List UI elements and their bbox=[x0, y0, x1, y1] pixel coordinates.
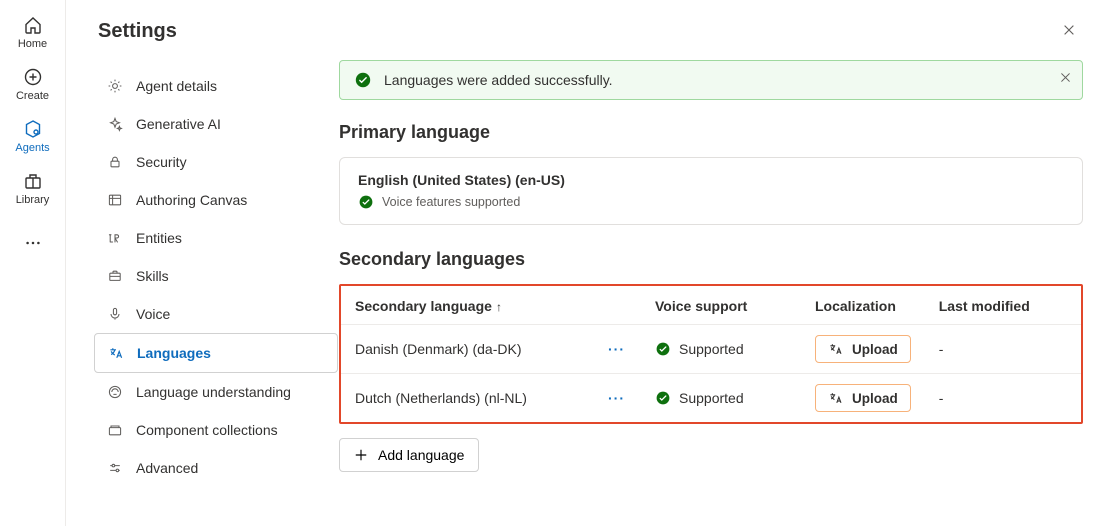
settings-item-skills[interactable]: Skills bbox=[94, 257, 338, 295]
understanding-icon bbox=[106, 383, 124, 401]
nav-rail: Home Create Agents Library bbox=[0, 0, 66, 526]
rail-label: Home bbox=[18, 38, 47, 50]
settings-item-security[interactable]: Security bbox=[94, 143, 338, 181]
library-icon bbox=[22, 170, 44, 192]
upload-button-label: Upload bbox=[852, 342, 898, 357]
primary-language-status: Voice features supported bbox=[358, 194, 1064, 210]
gear-icon bbox=[106, 77, 124, 95]
settings-item-label: Security bbox=[136, 154, 187, 170]
rail-item-agents[interactable]: Agents bbox=[1, 112, 61, 162]
settings-item-label: Entities bbox=[136, 230, 182, 246]
sparkle-icon bbox=[106, 115, 124, 133]
upload-button-label: Upload bbox=[852, 391, 898, 406]
settings-item-label: Advanced bbox=[136, 460, 198, 476]
settings-item-entities[interactable]: Entities bbox=[94, 219, 338, 257]
column-header-language[interactable]: Secondary language↑ bbox=[341, 286, 641, 325]
rail-item-create[interactable]: Create bbox=[1, 60, 61, 110]
voice-support-text: Supported bbox=[679, 341, 744, 357]
rail-item-library[interactable]: Library bbox=[1, 164, 61, 214]
settings-item-label: Agent details bbox=[136, 78, 217, 94]
lock-icon bbox=[106, 153, 124, 171]
settings-item-label: Languages bbox=[137, 345, 211, 361]
add-language-button[interactable]: Add language bbox=[339, 438, 479, 472]
settings-item-label: Skills bbox=[136, 268, 169, 284]
plus-circle-icon bbox=[22, 66, 44, 88]
main-content: Languages were added successfully. Prima… bbox=[339, 0, 1111, 526]
language-name: Dutch (Netherlands) (nl-NL) bbox=[355, 390, 527, 406]
column-header-voice[interactable]: Voice support bbox=[641, 286, 801, 325]
settings-item-advanced[interactable]: Advanced bbox=[94, 449, 338, 487]
rail-label: Agents bbox=[15, 142, 49, 154]
settings-nav: Agent details Generative AI Security Aut… bbox=[94, 67, 333, 487]
alert-message: Languages were added successfully. bbox=[384, 72, 613, 88]
settings-item-component-collections[interactable]: Component collections bbox=[94, 411, 338, 449]
briefcase-icon bbox=[106, 267, 124, 285]
rail-item-home[interactable]: Home bbox=[1, 8, 61, 58]
check-circle-icon bbox=[358, 194, 374, 210]
settings-item-language-understanding[interactable]: Language understanding bbox=[94, 373, 338, 411]
settings-item-label: Authoring Canvas bbox=[136, 192, 247, 208]
secondary-languages-heading: Secondary languages bbox=[339, 249, 1083, 270]
translate-icon bbox=[828, 341, 844, 357]
rail-item-more[interactable] bbox=[1, 226, 61, 262]
translate-icon bbox=[828, 390, 844, 406]
settings-item-label: Voice bbox=[136, 306, 170, 322]
collection-icon bbox=[106, 421, 124, 439]
settings-item-voice[interactable]: Voice bbox=[94, 295, 338, 333]
primary-language-card: English (United States) (en-US) Voice fe… bbox=[339, 157, 1083, 225]
table-row: Dutch (Netherlands) (nl-NL) ··· Supporte… bbox=[341, 374, 1081, 423]
sort-ascending-icon: ↑ bbox=[496, 300, 502, 314]
language-name: Danish (Denmark) (da-DK) bbox=[355, 341, 521, 357]
rail-label: Create bbox=[16, 90, 49, 102]
settings-item-languages[interactable]: Languages bbox=[94, 333, 338, 373]
voice-support-cell: Supported bbox=[655, 390, 787, 406]
close-icon bbox=[1062, 23, 1076, 37]
voice-support-text: Supported bbox=[679, 390, 744, 406]
settings-item-label: Language understanding bbox=[136, 384, 291, 400]
microphone-icon bbox=[106, 305, 124, 323]
rail-label: Library bbox=[16, 194, 50, 206]
alert-close-button[interactable] bbox=[1059, 71, 1072, 84]
check-circle-icon bbox=[354, 71, 372, 89]
more-horizontal-icon bbox=[22, 232, 44, 254]
primary-language-status-text: Voice features supported bbox=[382, 195, 520, 209]
row-more-button[interactable]: ··· bbox=[602, 341, 631, 357]
last-modified-cell: - bbox=[925, 325, 1081, 374]
add-language-label: Add language bbox=[378, 447, 464, 463]
settings-panel: Settings Agent details Generative AI Sec… bbox=[66, 0, 339, 526]
primary-language-heading: Primary language bbox=[339, 122, 1083, 143]
column-header-localization[interactable]: Localization bbox=[801, 286, 925, 325]
languages-icon bbox=[107, 344, 125, 362]
sliders-icon bbox=[106, 459, 124, 477]
settings-item-authoring-canvas[interactable]: Authoring Canvas bbox=[94, 181, 338, 219]
home-icon bbox=[22, 14, 44, 36]
voice-support-cell: Supported bbox=[655, 341, 787, 357]
settings-item-label: Component collections bbox=[136, 422, 278, 438]
check-circle-icon bbox=[655, 341, 671, 357]
page-title: Settings bbox=[98, 20, 333, 43]
last-modified-cell: - bbox=[925, 374, 1081, 423]
primary-language-name: English (United States) (en-US) bbox=[358, 172, 1064, 188]
table-row: Danish (Denmark) (da-DK) ··· Supported U… bbox=[341, 325, 1081, 374]
settings-item-label: Generative AI bbox=[136, 116, 221, 132]
close-settings-button[interactable] bbox=[1055, 16, 1083, 44]
success-alert: Languages were added successfully. bbox=[339, 60, 1083, 100]
secondary-languages-table-highlight: Secondary language↑ Voice support Locali… bbox=[339, 284, 1083, 424]
settings-item-agent-details[interactable]: Agent details bbox=[94, 67, 338, 105]
check-circle-icon bbox=[655, 390, 671, 406]
settings-item-generative-ai[interactable]: Generative AI bbox=[94, 105, 338, 143]
row-more-button[interactable]: ··· bbox=[602, 390, 631, 406]
column-header-modified[interactable]: Last modified bbox=[925, 286, 1081, 325]
agents-icon bbox=[22, 118, 44, 140]
canvas-icon bbox=[106, 191, 124, 209]
close-icon bbox=[1059, 71, 1072, 84]
plus-icon bbox=[354, 448, 368, 462]
entities-icon bbox=[106, 229, 124, 247]
upload-button[interactable]: Upload bbox=[815, 384, 911, 412]
upload-button[interactable]: Upload bbox=[815, 335, 911, 363]
secondary-languages-table: Secondary language↑ Voice support Locali… bbox=[341, 286, 1081, 422]
